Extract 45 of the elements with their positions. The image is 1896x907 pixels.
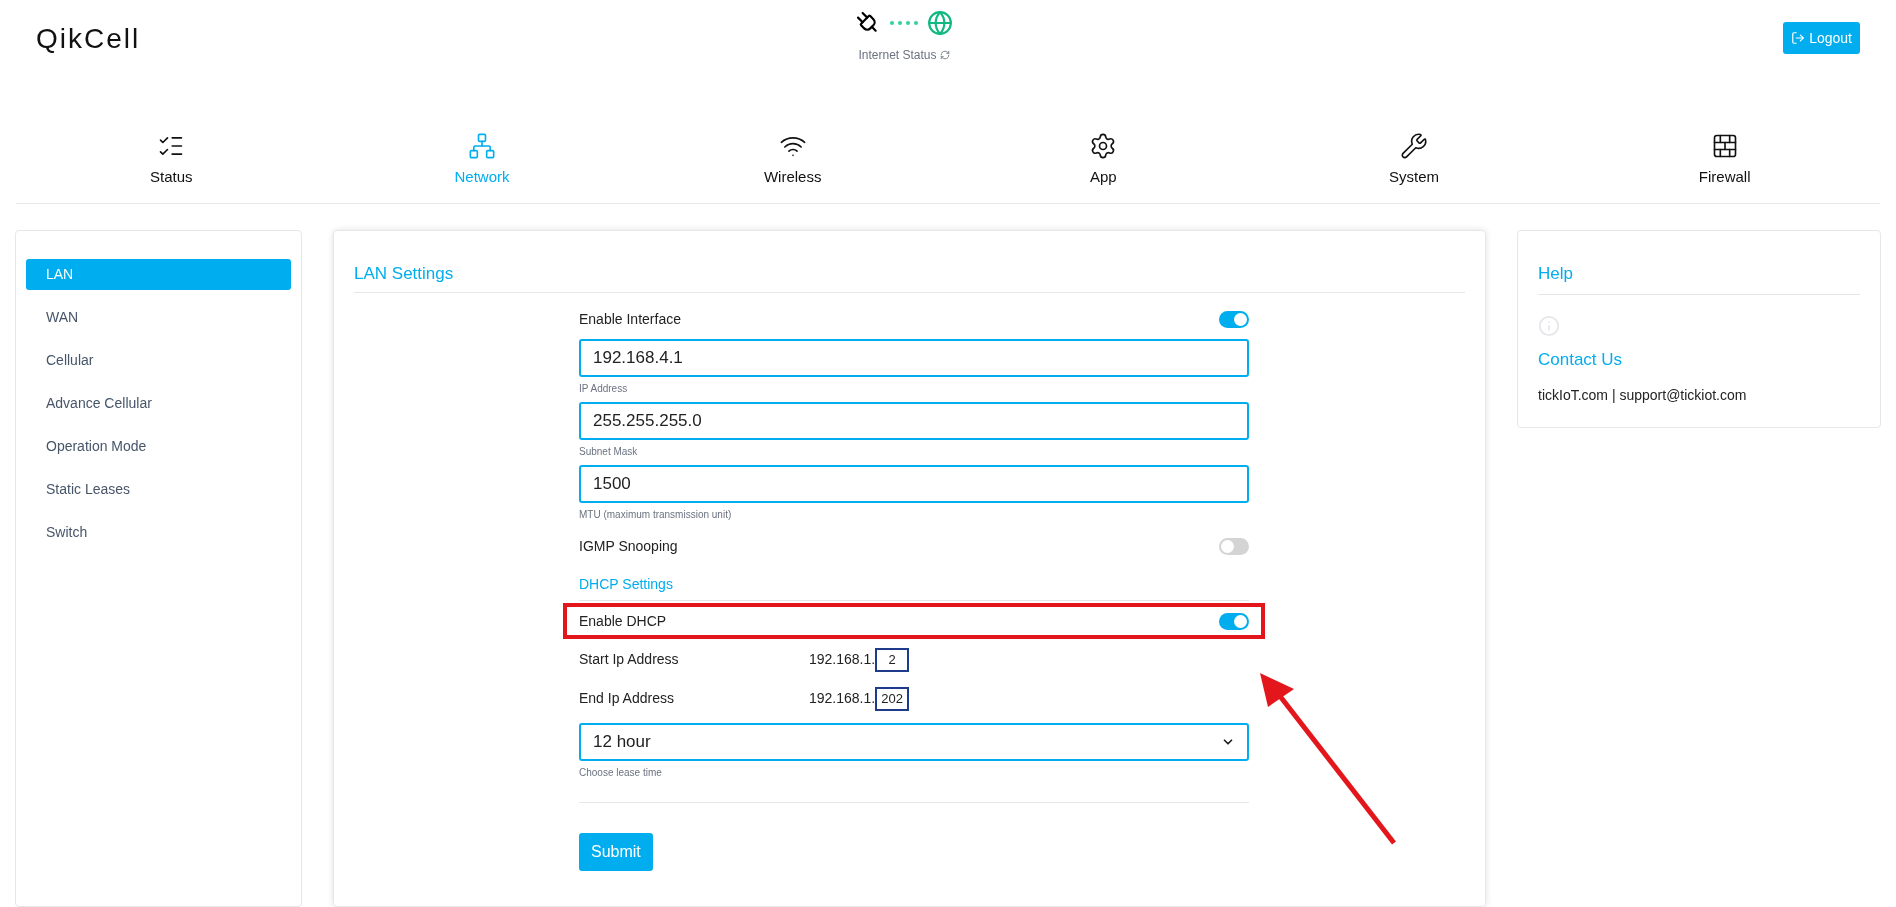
refresh-icon[interactable] [939, 50, 950, 60]
text-field[interactable]: 255.255.255.0 [579, 402, 1249, 440]
field-caption: MTU (maximum transmission unit) [579, 508, 733, 522]
logout-icon [1791, 31, 1806, 45]
lease-time-select[interactable]: 12 hour [579, 723, 1249, 761]
logo: QikCell [36, 22, 141, 56]
system-icon [1400, 132, 1428, 160]
nav-tab[interactable]: App [948, 132, 1259, 189]
contact-info: tickIoT.com | support@tickiot.com [1538, 386, 1747, 403]
nav-tab[interactable]: Status [16, 132, 327, 189]
text-field[interactable]: 192.168.4.1 [579, 339, 1249, 377]
ip-octet-field[interactable]: 202 [875, 686, 910, 711]
nav-tab[interactable]: Wireless [637, 132, 948, 189]
toggle-label: Enable Interface [579, 309, 681, 329]
internet-status-label: Internet Status [858, 47, 937, 64]
info-icon [1538, 315, 1560, 337]
help-title: Help [1538, 263, 1573, 283]
toggle-switch[interactable] [1219, 537, 1249, 555]
field-caption: IP Address [579, 382, 629, 396]
ip-octet-field[interactable]: 2 [875, 647, 910, 672]
field-caption: Subnet Mask [579, 445, 639, 459]
toggle-switch[interactable] [1219, 310, 1249, 328]
sidebar-item[interactable]: Operation Mode [26, 430, 291, 462]
toggle-label: IGMP Snooping [579, 536, 678, 556]
sidebar-item[interactable]: Static Leases [26, 473, 291, 505]
field-label: Start Ip Address [579, 650, 680, 669]
dots-icon [889, 20, 919, 26]
toggle-label: Enable DHCP [579, 611, 667, 631]
contact-title: Contact Us [1538, 350, 1623, 369]
sidebar-item[interactable]: WAN [26, 301, 291, 333]
nav-tab[interactable]: System [1258, 132, 1570, 189]
sidebar-item[interactable]: Cellular [26, 344, 291, 376]
sidebar-item[interactable]: Switch [26, 516, 291, 548]
globe-icon [927, 10, 953, 36]
text-field[interactable]: 1500 [579, 465, 1249, 503]
sidebar-item[interactable]: Advance Cellular [26, 387, 291, 419]
panel-title: LAN Settings [354, 263, 454, 283]
toggle-switch[interactable] [1219, 612, 1249, 630]
section-title: DHCP Settings [579, 576, 673, 592]
field-label: End Ip Address [579, 689, 675, 708]
network-icon [468, 132, 496, 160]
field-caption: Choose lease time [579, 766, 663, 780]
ip-prefix: 192.168.1. [809, 689, 876, 708]
nav-tab[interactable]: Firewall [1569, 132, 1880, 189]
ip-prefix: 192.168.1. [809, 650, 876, 669]
